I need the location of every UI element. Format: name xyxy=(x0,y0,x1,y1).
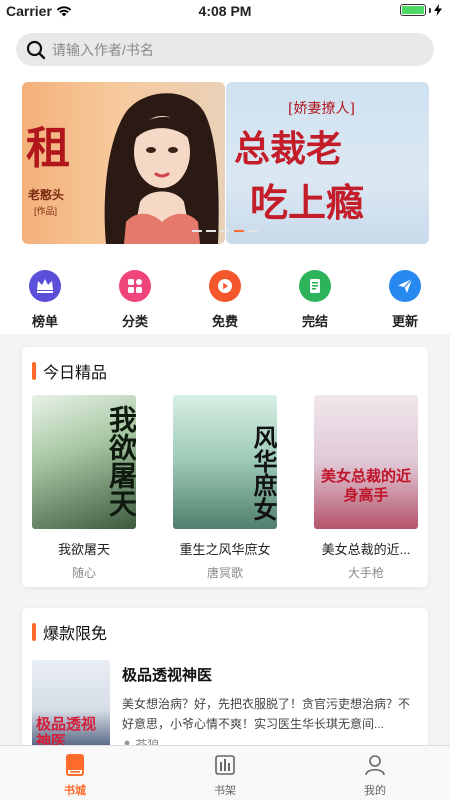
book-author: 大手枪 xyxy=(347,566,384,580)
search-bar[interactable] xyxy=(16,33,434,66)
category-updates[interactable]: 更新 xyxy=(360,254,450,334)
search-input[interactable] xyxy=(52,41,412,58)
banner-2-line1: 总裁老 xyxy=(234,128,343,170)
play-icon xyxy=(209,270,241,302)
cover-title: 风华庶女 xyxy=(249,425,277,521)
send-icon xyxy=(389,270,421,302)
book-item[interactable]: 风华庶女 重生之风华庶女 唐冥歌 xyxy=(173,395,277,581)
section-title: 今日精品 xyxy=(43,365,108,382)
battery-icon xyxy=(400,4,426,16)
category-label: 榜单 xyxy=(31,314,58,329)
section-header: 爆款限免 xyxy=(22,608,428,656)
category-label: 分类 xyxy=(121,314,148,329)
book-title: 美女总裁的近... xyxy=(321,542,411,557)
status-time: 4:08 PM xyxy=(198,3,252,19)
book-author: 随心 xyxy=(71,566,96,580)
book-author: 唐冥歌 xyxy=(206,566,243,580)
document-icon xyxy=(299,270,331,302)
book-icon xyxy=(66,754,84,776)
status-right xyxy=(400,4,442,16)
tab-bookshelf[interactable]: 书架 xyxy=(150,746,300,800)
section-accent-bar xyxy=(32,623,36,641)
banner-2-line2: 吃上瘾 xyxy=(250,180,365,225)
pagination-dot[interactable] xyxy=(192,230,202,232)
tab-bookstore[interactable]: 书城 xyxy=(0,746,150,800)
battery-cap xyxy=(429,7,431,13)
user-icon xyxy=(365,755,385,776)
banner-pagination xyxy=(0,230,450,232)
book-title: 重生之风华庶女 xyxy=(179,542,271,557)
pagination-dot[interactable] xyxy=(220,230,230,232)
tab-label: 书城 xyxy=(64,785,86,797)
crown-icon xyxy=(29,270,61,302)
today-picks-card: 今日精品 我欲屠天 我欲屠天 随心 风华庶女 重生之风华庶女 唐冥歌 美女总裁的… xyxy=(22,347,428,587)
cover-title: 美女总裁的近身高手 xyxy=(320,467,411,504)
grid-icon xyxy=(119,270,151,302)
book-cover[interactable]: 我欲屠天 xyxy=(32,395,136,529)
category-ranking[interactable]: 榜单 xyxy=(0,254,90,334)
book-title: 我欲屠天 xyxy=(57,542,110,557)
banner-1-subtitle: 老憨头 xyxy=(28,188,65,202)
banner-slide-2[interactable]: [娇妻撩人] 总裁老 吃上瘾 xyxy=(226,82,429,244)
pagination-dot[interactable] xyxy=(206,230,216,232)
category-nav: 榜单 分类 免费 完结 更新 xyxy=(0,254,450,334)
book-item[interactable]: 美女总裁的近身高手 美女总裁的近... 大手枪 xyxy=(314,395,418,581)
tab-label: 书架 xyxy=(214,785,236,797)
pagination-dot[interactable] xyxy=(248,230,258,232)
status-bar: Carrier 4:08 PM xyxy=(0,0,450,22)
tab-label: 我的 xyxy=(364,785,386,797)
section-header: 今日精品 xyxy=(22,347,428,395)
category-label: 完结 xyxy=(301,314,328,329)
search-icon xyxy=(26,40,46,59)
category-label: 免费 xyxy=(211,314,238,329)
category-label: 更新 xyxy=(391,314,418,329)
charging-icon xyxy=(434,4,442,16)
book-item[interactable]: 我欲屠天 我欲屠天 随心 xyxy=(32,395,136,581)
banner-2-tag: [娇妻撩人] xyxy=(288,101,355,117)
featured-book-description: 美女想治病？好，先把衣服脱了！贪官污吏想治病？不好意思，小爷心情不爽！实习医生华… xyxy=(122,697,411,731)
section-accent-bar xyxy=(32,362,36,380)
category-classify[interactable]: 分类 xyxy=(90,254,180,334)
category-finished[interactable]: 完结 xyxy=(270,254,360,334)
banner-carousel[interactable]: 租 老憨头 [作品] [娇妻撩人] 总裁老 吃上瘾 xyxy=(0,76,450,254)
bookshelf-icon xyxy=(215,755,235,775)
cover-title: 我欲屠天 xyxy=(105,405,136,517)
banner-slide-1[interactable]: 租 老憨头 [作品] xyxy=(22,82,225,244)
book-cover[interactable]: 风华庶女 xyxy=(173,395,277,529)
tab-profile[interactable]: 我的 xyxy=(300,746,450,800)
book-cover[interactable]: 美女总裁的近身高手 xyxy=(314,395,418,529)
section-title: 爆款限免 xyxy=(43,626,108,643)
pagination-dot-active[interactable] xyxy=(234,230,244,232)
category-free[interactable]: 免费 xyxy=(180,254,270,334)
banner-1-title: 租 xyxy=(26,123,70,174)
search-header xyxy=(0,22,450,76)
tab-bar: 书城 书架 我的 xyxy=(0,745,450,800)
featured-book-title[interactable]: 极品透视神医 xyxy=(122,664,212,685)
banner-1-note: [作品] xyxy=(34,206,58,216)
banner-1-portrait xyxy=(104,93,219,244)
